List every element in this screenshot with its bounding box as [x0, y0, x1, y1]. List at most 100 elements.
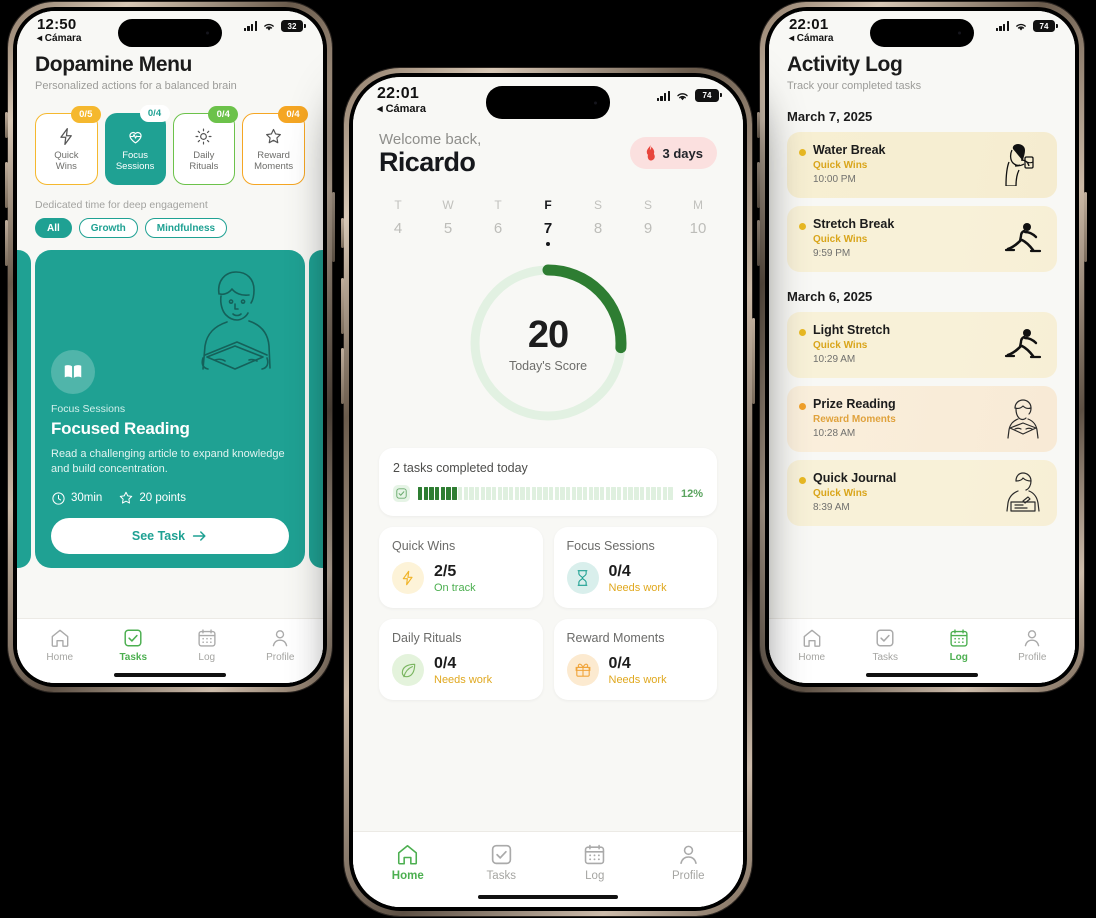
bottom-tab-bar: Home Tasks Log Profile — [769, 618, 1075, 667]
stat-card-daily-rituals[interactable]: Daily Rituals 0/4 Needs work — [379, 619, 543, 700]
tab-log[interactable]: Log — [548, 842, 642, 882]
category-hint: Dedicated time for deep engagement — [35, 199, 208, 211]
week-day[interactable]: T6 — [479, 198, 517, 246]
category-focus-sessions[interactable]: 0/4 Focus Sessions — [104, 105, 170, 185]
task-card-previous-peek[interactable] — [17, 250, 31, 568]
arrow-right-icon — [192, 531, 206, 541]
stat-card-focus-sessions[interactable]: Focus Sessions 0/4 Needs work — [553, 527, 717, 608]
calendar-icon — [585, 844, 605, 865]
volume-up-button[interactable] — [757, 162, 760, 208]
tab-profile[interactable]: Profile — [244, 627, 318, 663]
progress-percent: 12% — [680, 487, 703, 500]
stat-card-quick-wins[interactable]: Quick Wins 2/5 On track — [379, 527, 543, 608]
category-badge: 0/4 — [208, 106, 239, 123]
score-label: Today's Score — [508, 358, 588, 373]
leaf-icon — [392, 654, 424, 686]
progress-segment — [514, 487, 520, 500]
tab-profile[interactable]: Profile — [642, 842, 736, 882]
task-card-focused-reading[interactable]: Focus Sessions Focused Reading Read a ch… — [35, 250, 305, 568]
page-subtitle: Personalized actions for a balanced brai… — [35, 80, 237, 92]
tab-tasks[interactable]: Tasks — [97, 627, 171, 663]
power-button[interactable] — [752, 318, 755, 404]
status-back-to-camera[interactable]: ◂ Cámara — [377, 103, 426, 116]
tab-label: Log — [585, 870, 605, 882]
category-badge: 0/4 — [139, 105, 170, 122]
progress-segment — [645, 487, 650, 500]
tab-label: Tasks — [872, 652, 899, 663]
filter-chip-all[interactable]: All — [35, 218, 72, 238]
tab-log[interactable]: Log — [170, 627, 244, 663]
tab-tasks[interactable]: Tasks — [849, 627, 923, 663]
tab-home[interactable]: Home — [361, 842, 455, 882]
tab-home[interactable]: Home — [23, 627, 97, 663]
category-reward-moments[interactable]: 0/4 Reward Moments — [242, 106, 308, 185]
task-carousel[interactable]: Focus Sessions Focused Reading Read a ch… — [17, 250, 323, 580]
progress-segment — [611, 487, 616, 500]
power-button[interactable] — [332, 192, 335, 262]
progress-segment — [605, 487, 611, 500]
tab-profile[interactable]: Profile — [996, 627, 1070, 663]
home-indicator[interactable] — [769, 667, 1075, 683]
person-stretching-illustration — [1004, 329, 1042, 359]
person-writing-illustration — [1006, 472, 1040, 512]
log-date-heading: March 7, 2025 — [787, 109, 873, 124]
progress-segment — [634, 487, 639, 500]
activity-log-screen: 22:01 ◂ Cámara 74 Activity Log Track you… — [769, 11, 1075, 683]
streak-badge[interactable]: 3 days — [629, 137, 717, 169]
mute-switch[interactable] — [5, 112, 8, 138]
log-entry-prize-reading[interactable]: Prize Reading Reward Moments 10:28 AM — [787, 386, 1057, 452]
log-entry-stretch-break[interactable]: Stretch Break Quick Wins 9:59 PM — [787, 206, 1057, 272]
bolt-icon — [392, 562, 424, 594]
log-entry-light-stretch[interactable]: Light Stretch Quick Wins 10:29 AM — [787, 312, 1057, 378]
progress-segment — [662, 487, 667, 500]
task-card-next-peek[interactable] — [309, 250, 323, 568]
clock-icon — [52, 491, 65, 505]
volume-up-button[interactable] — [341, 278, 344, 334]
tab-label: Home — [46, 652, 74, 663]
progress-text: 2 tasks completed today — [393, 461, 528, 475]
stat-card-reward-moments[interactable]: Reward Moments 0/4 Needs work — [553, 619, 717, 700]
progress-segment — [668, 487, 673, 500]
power-button[interactable] — [1084, 192, 1087, 262]
tab-log[interactable]: Log — [922, 627, 996, 663]
log-entry-water-break[interactable]: Water Break Quick Wins 10:00 PM — [787, 132, 1057, 198]
status-back-to-camera[interactable]: ◂ Cámara — [789, 33, 834, 45]
volume-up-button[interactable] — [5, 162, 8, 208]
week-day[interactable]: W5 — [429, 198, 467, 246]
category-label: Focus Sessions — [115, 149, 155, 172]
tab-tasks[interactable]: Tasks — [455, 842, 549, 882]
checkbox-icon — [124, 629, 142, 647]
stat-status: On track — [434, 581, 476, 594]
home-indicator[interactable] — [17, 667, 323, 683]
mute-switch[interactable] — [341, 218, 344, 248]
progress-segment — [582, 487, 588, 500]
status-dot — [799, 223, 806, 230]
volume-down-button[interactable] — [757, 220, 760, 266]
volume-down-button[interactable] — [341, 348, 344, 404]
log-entry-quick-journal[interactable]: Quick Journal Quick Wins 8:39 AM — [787, 460, 1057, 526]
week-day[interactable]: S8 — [579, 198, 617, 246]
wifi-icon — [677, 92, 688, 100]
status-back-to-camera[interactable]: ◂ Cámara — [37, 33, 82, 45]
category-quick-wins[interactable]: 0/5 Quick Wins — [35, 106, 101, 185]
progress-segment — [429, 487, 434, 500]
week-day[interactable]: M 10 — [679, 198, 717, 246]
status-time: 22:01 — [789, 16, 829, 33]
filter-chip-mindfulness[interactable]: Mindfulness — [144, 218, 228, 238]
tab-home[interactable]: Home — [775, 627, 849, 663]
progress-segment — [503, 487, 508, 500]
week-day[interactable]: T4 — [379, 198, 417, 246]
mute-switch[interactable] — [757, 112, 760, 138]
filter-chip-growth[interactable]: Growth — [78, 218, 138, 238]
see-task-button[interactable]: See Task — [51, 518, 289, 554]
status-bar: 22:01 ◂ Cámara 74 — [769, 11, 1075, 51]
volume-down-button[interactable] — [5, 220, 8, 266]
week-day-today[interactable]: F7 — [529, 198, 567, 246]
task-duration: 30min — [51, 491, 102, 506]
home-indicator[interactable] — [353, 887, 743, 907]
progress-segment — [446, 487, 451, 500]
person-reading-illustration — [201, 271, 271, 370]
week-day[interactable]: S9 — [629, 198, 667, 246]
wifi-icon — [264, 23, 274, 30]
category-daily-rituals[interactable]: 0/4 Daily Rituals — [172, 106, 239, 185]
